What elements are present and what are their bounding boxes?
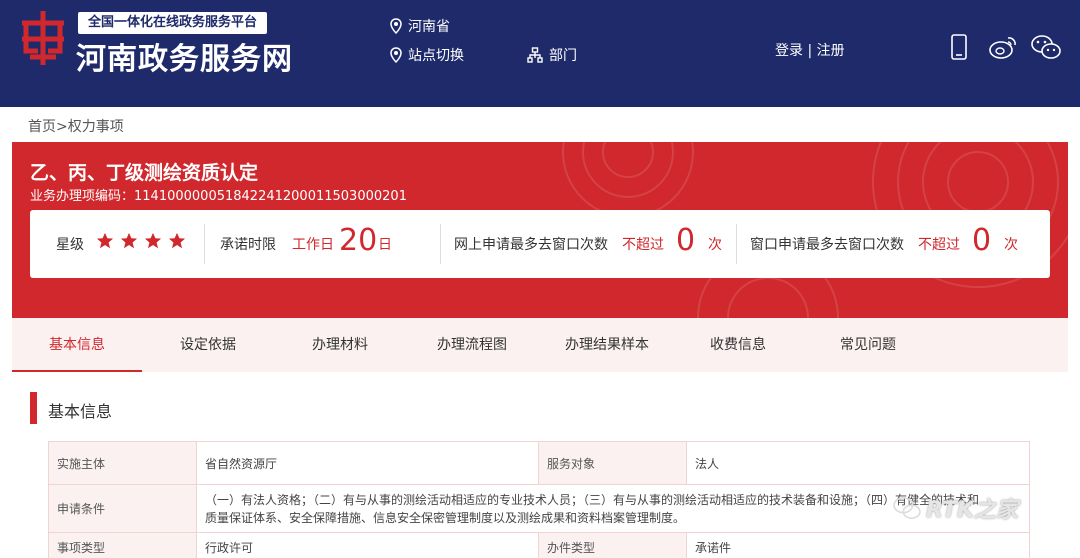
cell-label: 申请条件 xyxy=(48,484,197,533)
cell-value: 省自然资源厅 xyxy=(196,441,539,485)
table-row: 实施主体 省自然资源厅 服务对象 法人 xyxy=(48,441,1030,485)
cell-label: 办件类型 xyxy=(538,532,687,558)
site-name[interactable]: 河南政务服务网 xyxy=(76,34,293,78)
online-visits-value: 0 xyxy=(676,223,696,258)
window-visits-prefix: 不超过 xyxy=(918,237,960,253)
org-chart-icon xyxy=(527,47,543,63)
cell-label: 事项类型 xyxy=(48,532,197,558)
location-pin-icon xyxy=(390,18,402,34)
weibo-icon[interactable] xyxy=(988,34,1018,60)
site-header: 全国一体化在线政务服务平台 河南政务服务网 河南省 站点切换 部门 登录 | 注… xyxy=(0,0,1080,107)
tab-materials[interactable]: 办理材料 xyxy=(280,318,400,372)
platform-slogan: 全国一体化在线政务服务平台 xyxy=(78,12,268,34)
stat-divider xyxy=(736,224,737,264)
register-link[interactable]: 注册 xyxy=(817,43,845,59)
deadline-prefix: 工作日 xyxy=(292,237,334,253)
watermark-text: RTK之家 xyxy=(926,498,1019,523)
wechat-icon xyxy=(893,497,921,519)
department-label: 部门 xyxy=(549,48,577,64)
breadcrumb-home[interactable]: 首页 xyxy=(28,119,56,135)
logo-icon[interactable] xyxy=(18,9,68,67)
star-icon xyxy=(96,232,114,249)
tab-fees[interactable]: 收费信息 xyxy=(678,318,798,372)
cell-label: 服务对象 xyxy=(538,441,687,485)
table-row: 事项类型 行政许可 办件类型 承诺件 xyxy=(48,532,1030,558)
online-visits-unit: 次 xyxy=(708,237,722,253)
switch-site-label: 站点切换 xyxy=(408,48,464,64)
window-visits-label: 窗口申请最多去窗口次数 xyxy=(750,237,904,253)
stat-divider xyxy=(204,224,205,264)
breadcrumb: 首页>权力事项 xyxy=(28,116,124,136)
detail-tabs: 基本信息 设定依据 办理材料 办理流程图 办理结果样本 收费信息 常见问题 xyxy=(12,318,1068,372)
rating-label: 星级 xyxy=(56,237,84,253)
switch-site-button[interactable]: 站点切换 xyxy=(390,45,464,65)
item-banner: 乙、丙、丁级测绘资质认定 业务办理项编码：1141000000518422412… xyxy=(12,142,1068,318)
cell-label: 实施主体 xyxy=(48,441,197,485)
location-label: 河南省 xyxy=(408,19,450,35)
cell-value: 法人 xyxy=(686,441,1030,485)
online-visits-prefix: 不超过 xyxy=(622,237,664,253)
stats-card: 星级 承诺时限 工作日 20 日 网上申请最多去窗口次数 不超过 0 次 窗口申… xyxy=(30,210,1050,278)
tab-basic-info[interactable]: 基本信息 xyxy=(12,318,142,372)
tab-result-sample[interactable]: 办理结果样本 xyxy=(542,318,672,372)
mobile-app-icon[interactable] xyxy=(946,34,972,60)
account-links: 登录 | 注册 xyxy=(775,40,845,60)
deadline-label: 承诺时限 xyxy=(220,237,276,253)
deadline-unit: 日 xyxy=(378,237,392,253)
table-row: 申请条件 （一）有法人资格；（二）有与从事的测绘活动相适应的专业技术人员；（三）… xyxy=(48,484,1030,533)
section-title: 基本信息 xyxy=(48,402,113,421)
watermark: RTK之家 xyxy=(892,492,1018,524)
stat-divider xyxy=(440,224,441,264)
item-code: 业务办理项编码：11410000005184224120001150300020… xyxy=(30,185,407,204)
cell-value: 行政许可 xyxy=(196,532,539,558)
breadcrumb-separator: > xyxy=(56,119,68,135)
tab-legal-basis[interactable]: 设定依据 xyxy=(148,318,268,372)
account-separator: | xyxy=(807,43,813,59)
window-visits-value: 0 xyxy=(972,223,992,258)
location-pin-icon xyxy=(390,47,402,63)
item-code-label: 业务办理项编码： xyxy=(30,189,135,204)
cell-value: 承诺件 xyxy=(686,532,1030,558)
star-icon xyxy=(168,232,186,249)
window-visits-unit: 次 xyxy=(1004,237,1018,253)
item-title: 乙、丙、丁级测绘资质认定 xyxy=(30,162,259,184)
star-rating xyxy=(96,232,186,250)
breadcrumb-current[interactable]: 权力事项 xyxy=(68,119,124,135)
star-icon xyxy=(120,232,138,249)
section-marker xyxy=(30,392,37,424)
tab-flowchart[interactable]: 办理流程图 xyxy=(412,318,532,372)
tab-faq[interactable]: 常见问题 xyxy=(808,318,928,372)
item-code-value: 11410000005184224120001150300020​1 xyxy=(134,189,407,204)
wechat-icon[interactable] xyxy=(1030,34,1062,60)
star-icon xyxy=(144,232,162,249)
online-visits-label: 网上申请最多去窗口次数 xyxy=(454,237,608,253)
department-button[interactable]: 部门 xyxy=(527,45,577,65)
basic-info-table: 实施主体 省自然资源厅 服务对象 法人 申请条件 （一）有法人资格；（二）有与从… xyxy=(48,441,1030,558)
login-link[interactable]: 登录 xyxy=(775,43,803,59)
deadline-value: 20 xyxy=(339,223,378,258)
location-selector[interactable]: 河南省 xyxy=(390,16,450,36)
